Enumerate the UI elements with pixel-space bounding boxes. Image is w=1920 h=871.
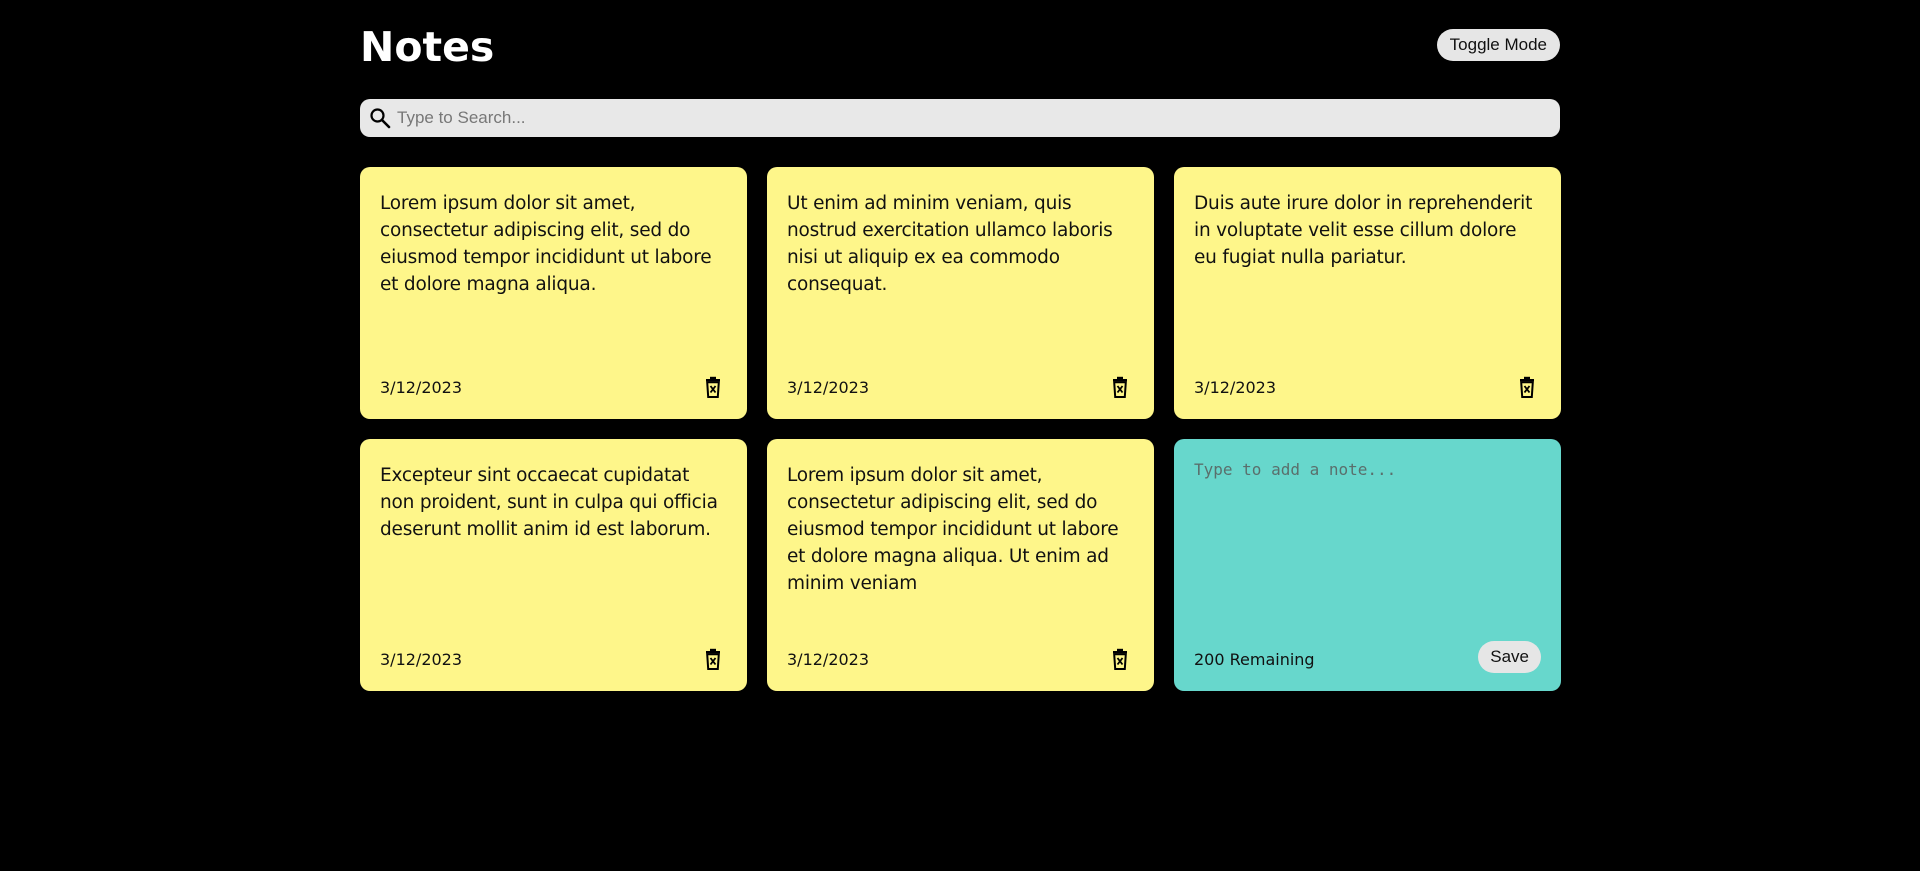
- note-footer: 3/12/2023: [380, 647, 727, 671]
- note-text: Lorem ipsum dolor sit amet, consectetur …: [787, 465, 1119, 594]
- save-button[interactable]: Save: [1478, 641, 1541, 673]
- note-date: 3/12/2023: [1194, 377, 1277, 397]
- note-text: Excepteur sint occaecat cupidatat non pr…: [380, 465, 718, 540]
- note-card: Excepteur sint occaecat cupidatat non pr…: [360, 439, 747, 691]
- note-footer: 3/12/2023: [380, 375, 727, 399]
- page-title: Notes: [360, 23, 495, 71]
- note-text: Duis aute irure dolor in reprehenderit i…: [1194, 193, 1533, 268]
- note-footer: 3/12/2023: [787, 375, 1134, 399]
- app-container: Notes Toggle Mode Lorem ipsum dolor sit …: [360, 0, 1561, 691]
- delete-icon[interactable]: [1110, 376, 1130, 398]
- note-footer: 3/12/2023: [1194, 375, 1541, 399]
- note-date: 3/12/2023: [787, 377, 870, 397]
- note-text: Lorem ipsum dolor sit amet, consectetur …: [380, 193, 712, 295]
- delete-icon[interactable]: [1517, 376, 1537, 398]
- note-date: 3/12/2023: [380, 377, 463, 397]
- note-date: 3/12/2023: [380, 649, 463, 669]
- search-bar: [360, 99, 1560, 137]
- note-card: Duis aute irure dolor in reprehenderit i…: [1174, 167, 1561, 419]
- note-text: Ut enim ad minim veniam, quis nostrud ex…: [787, 193, 1113, 295]
- new-note-footer: 200 Remaining Save: [1194, 641, 1541, 673]
- new-note-card: 200 Remaining Save: [1174, 439, 1561, 691]
- search-input[interactable]: [395, 99, 1560, 137]
- notes-grid: Lorem ipsum dolor sit amet, consectetur …: [360, 167, 1561, 691]
- characters-remaining: 200 Remaining: [1194, 649, 1315, 669]
- toggle-mode-button[interactable]: Toggle Mode: [1436, 29, 1560, 61]
- note-footer: 3/12/2023: [787, 647, 1134, 671]
- note-card: Ut enim ad minim veniam, quis nostrud ex…: [767, 167, 1154, 419]
- note-date: 3/12/2023: [787, 649, 870, 669]
- delete-icon[interactable]: [703, 376, 723, 398]
- note-card: Lorem ipsum dolor sit amet, consectetur …: [767, 439, 1154, 691]
- header: Notes Toggle Mode: [360, 0, 1560, 96]
- delete-icon[interactable]: [1110, 648, 1130, 670]
- delete-icon[interactable]: [703, 648, 723, 670]
- new-note-input[interactable]: [1194, 459, 1541, 619]
- note-card: Lorem ipsum dolor sit amet, consectetur …: [360, 167, 747, 419]
- search-icon: [369, 107, 391, 129]
